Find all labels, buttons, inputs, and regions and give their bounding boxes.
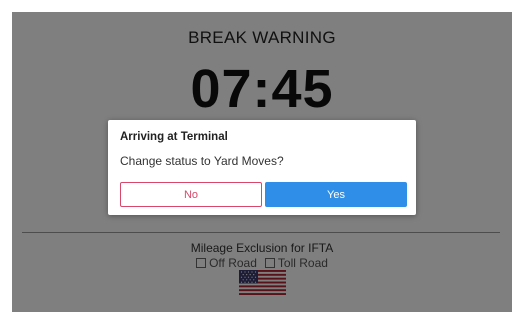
dialog-title: Arriving at Terminal: [120, 131, 228, 143]
yes-button[interactable]: Yes: [265, 182, 407, 207]
yard-moves-dialog: Arriving at Terminal Change status to Ya…: [108, 120, 416, 215]
dialog-message: Change status to Yard Moves?: [120, 154, 284, 168]
no-button[interactable]: No: [120, 182, 262, 207]
app-screen: BREAK WARNING 07:45 Mileage Exclusion fo…: [12, 12, 512, 312]
